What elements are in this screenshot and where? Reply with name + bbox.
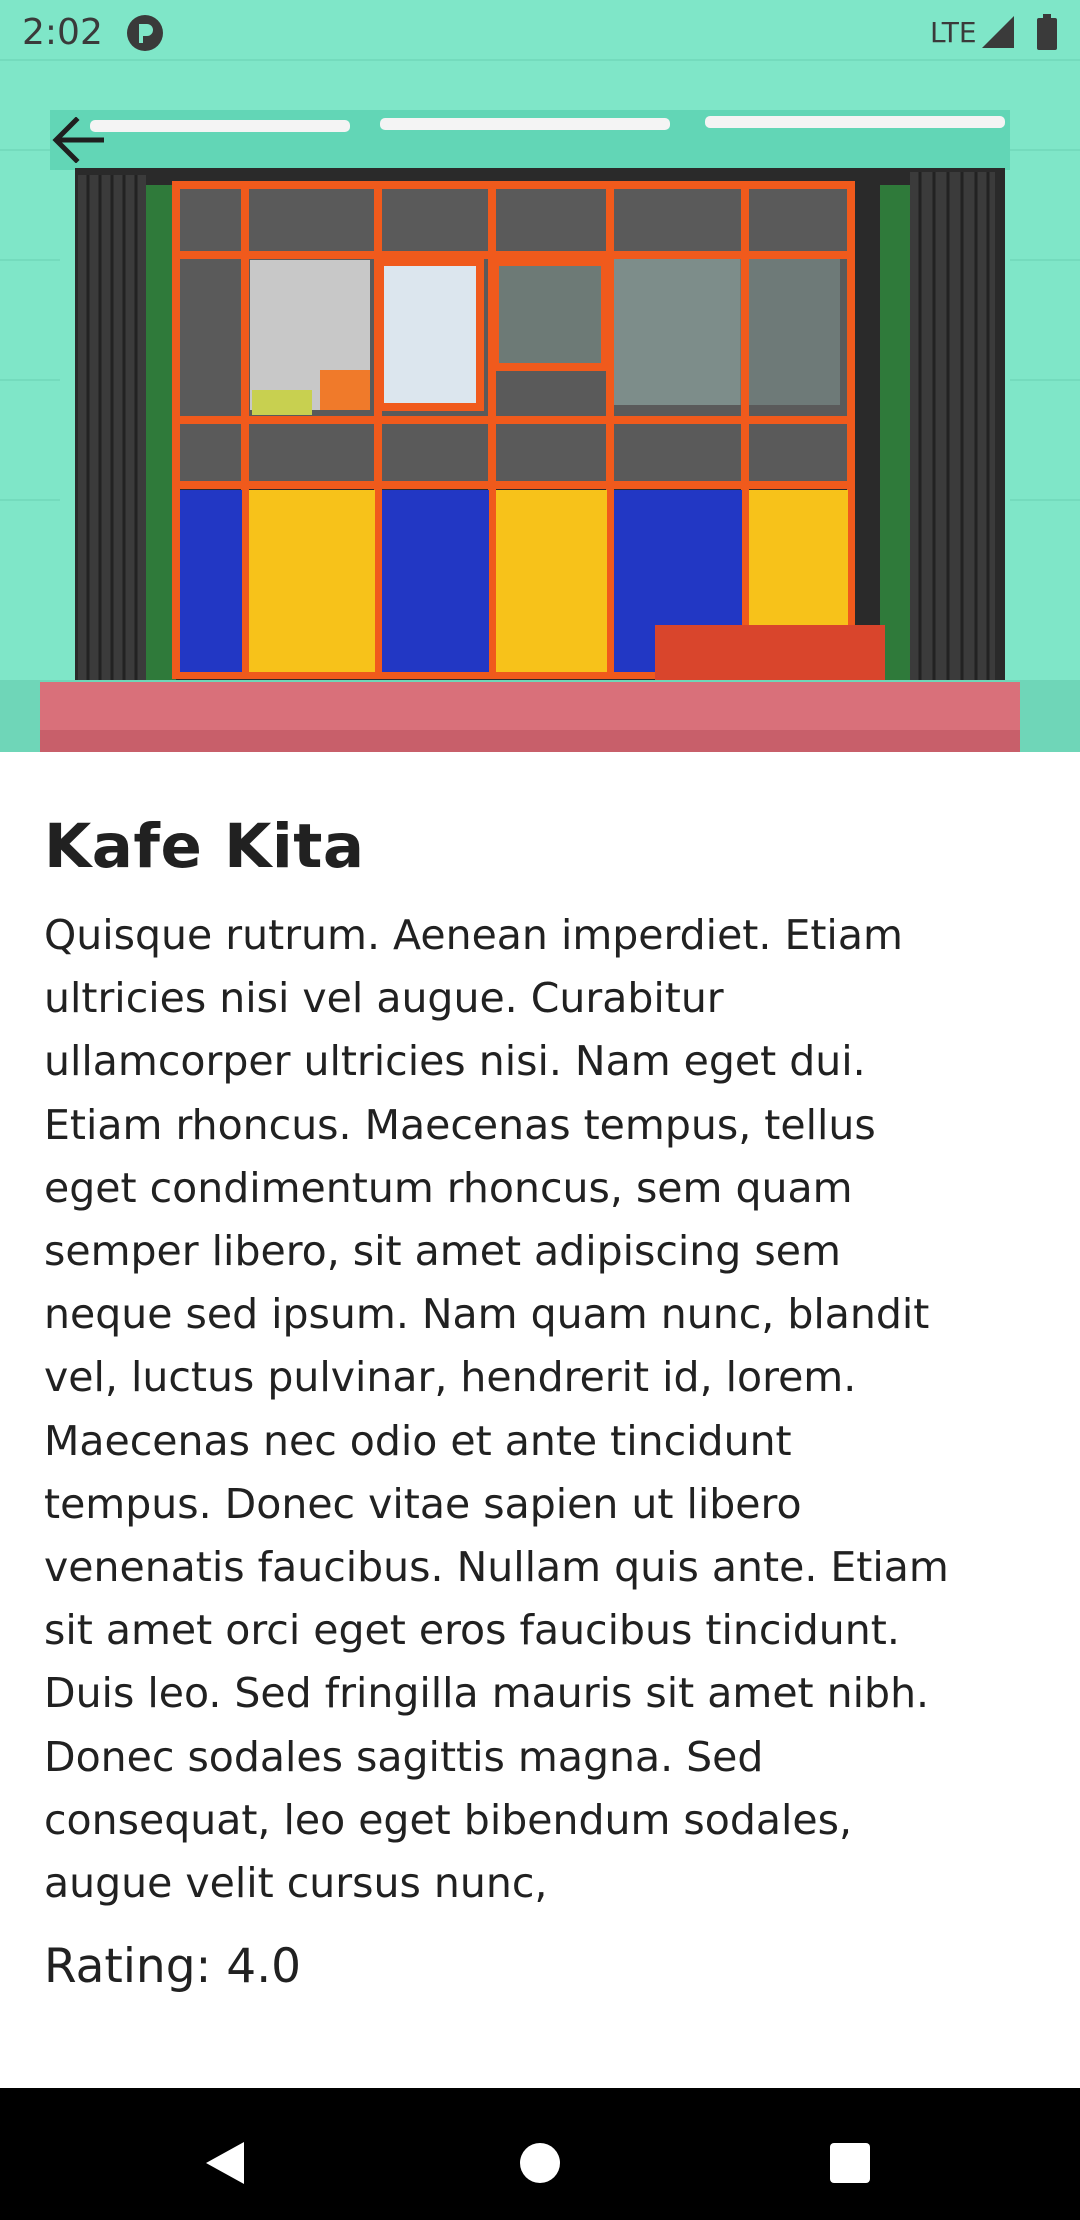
battery-icon — [1036, 14, 1058, 50]
nav-back-button[interactable] — [180, 2120, 270, 2210]
arrow-left-icon — [52, 116, 105, 167]
screen: 2:02 LTE Kafe Kita Quisque rutrum. Aenea… — [0, 0, 1080, 2220]
home-circle-icon — [518, 2141, 562, 2189]
place-rating: Rating: 4.0 — [44, 1939, 302, 1995]
status-time: 2:02 — [22, 12, 103, 53]
nav-recents-button[interactable] — [805, 2120, 895, 2210]
back-triangle-icon — [200, 2138, 250, 2192]
place-description: Quisque rutrum. Aenean imperdiet. Etiam … — [44, 911, 949, 1908]
status-bar: 2:02 LTE — [0, 0, 1080, 66]
place-title: Kafe Kita — [44, 811, 365, 882]
back-button[interactable] — [40, 104, 116, 180]
signal-icon — [980, 14, 1016, 50]
recents-square-icon — [828, 2141, 872, 2189]
system-navigation-bar — [0, 2088, 1080, 2220]
network-type: LTE — [930, 16, 977, 49]
hero-image — [0, 0, 1080, 752]
nav-home-button[interactable] — [495, 2120, 585, 2210]
detail-content: Kafe Kita Quisque rutrum. Aenean imperdi… — [44, 790, 1040, 2003]
app-notification-icon — [126, 14, 164, 52]
